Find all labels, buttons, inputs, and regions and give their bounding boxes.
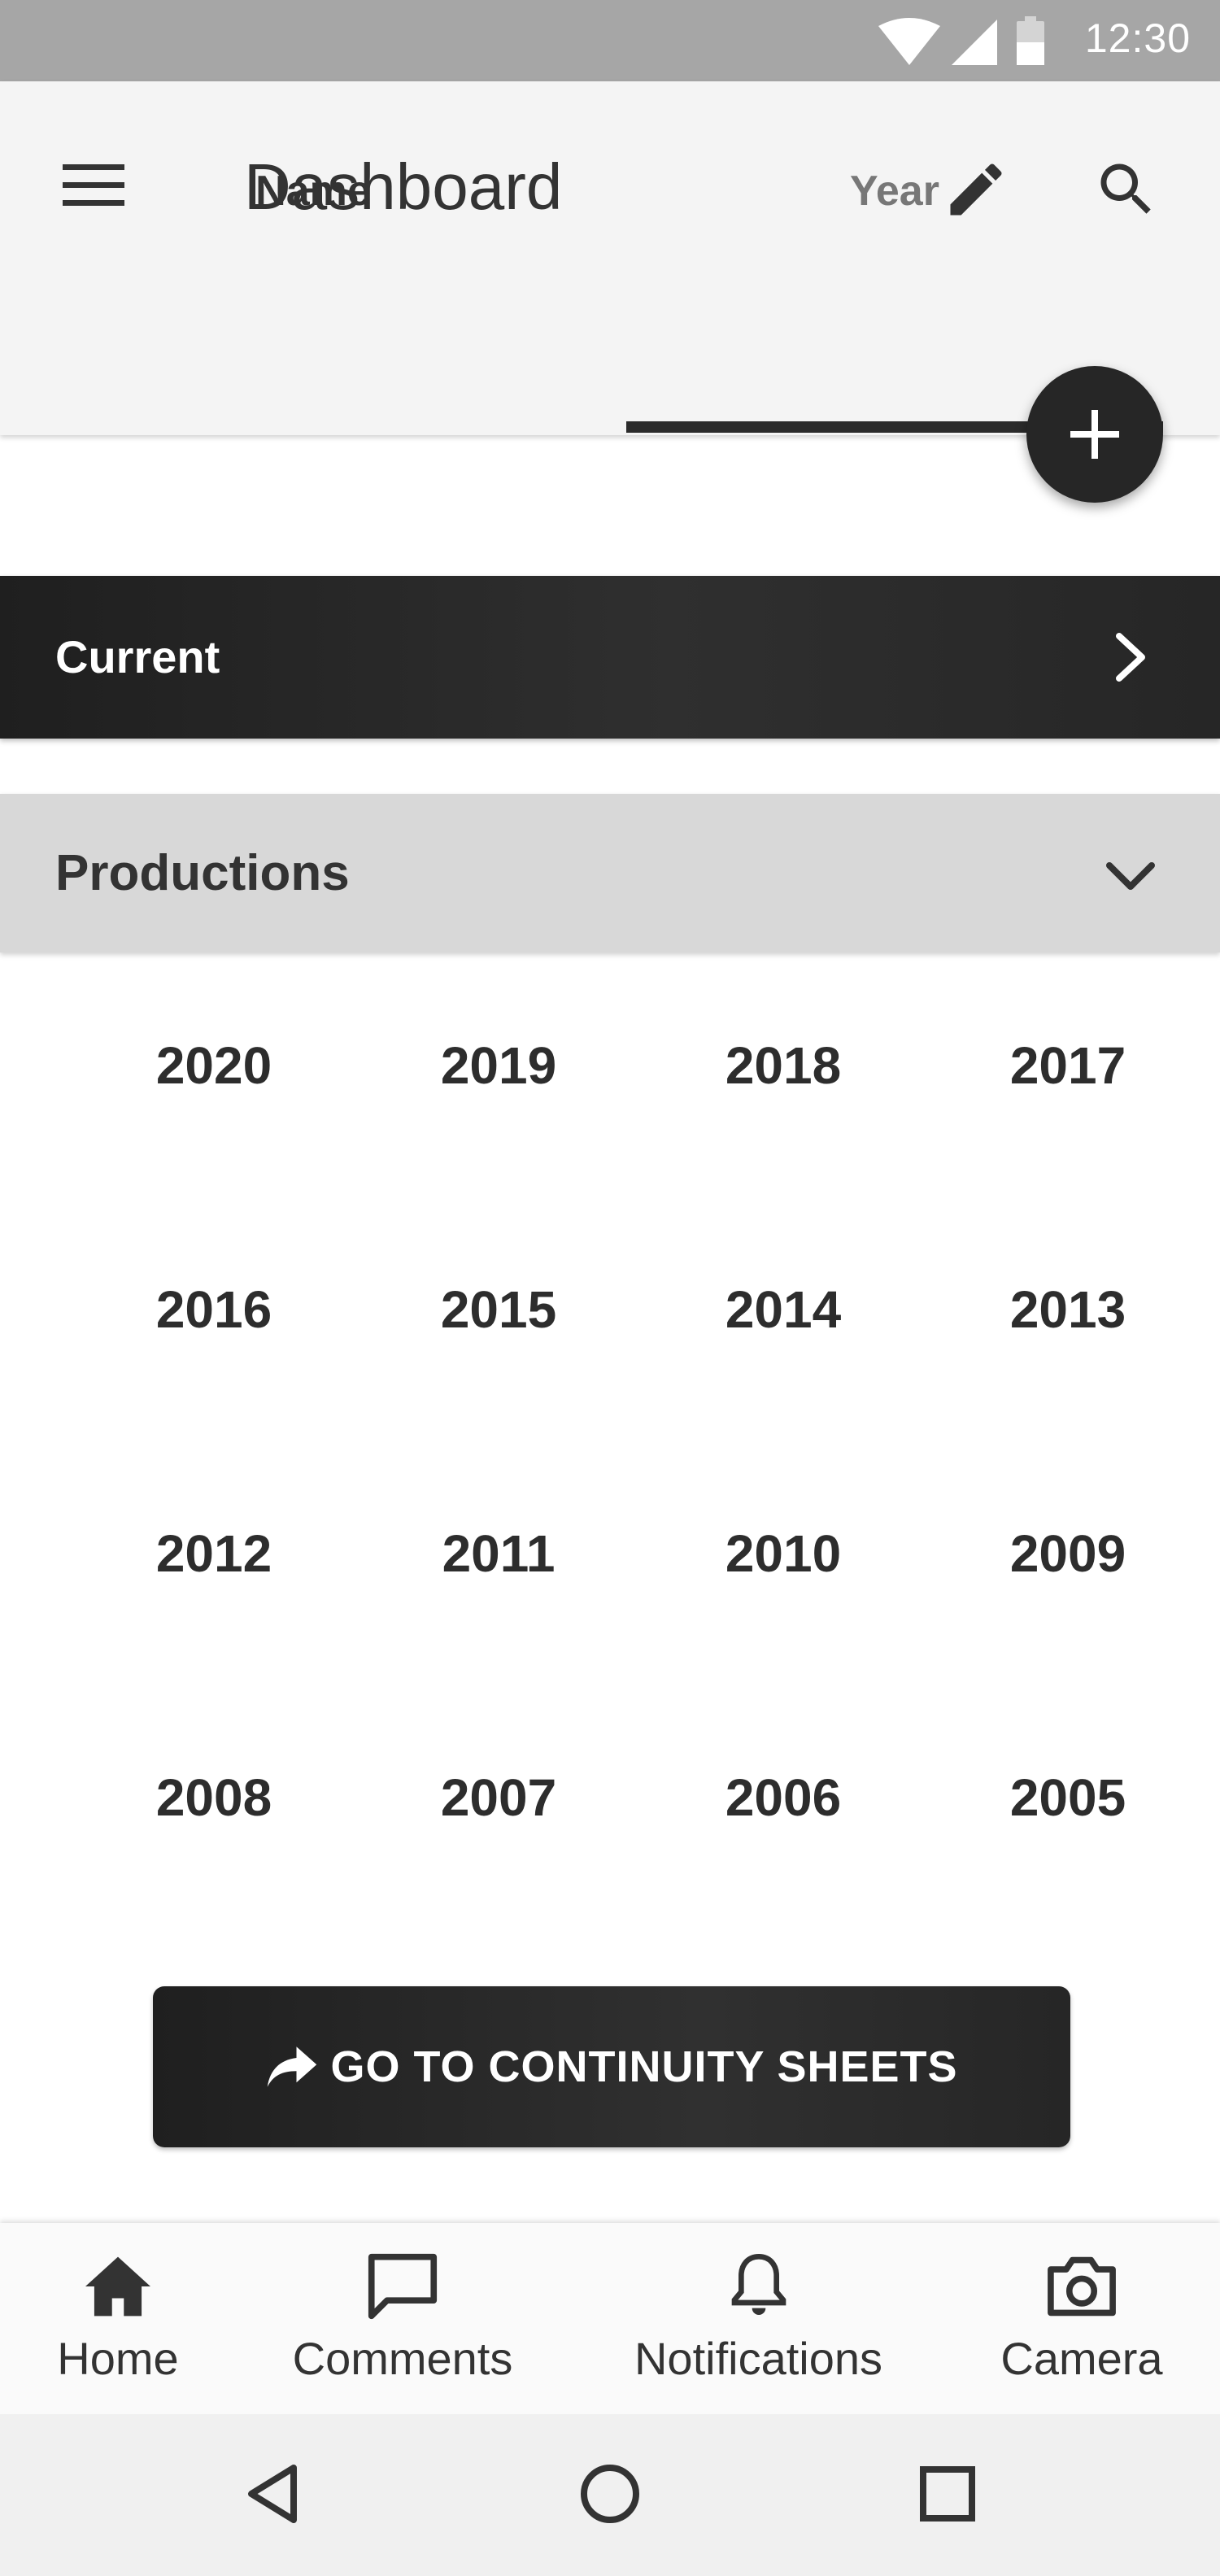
year-item[interactable]: 2012	[96, 1505, 332, 1602]
bottom-navigation: Home Comments Notifications Camera	[0, 2223, 1220, 2414]
add-fab-button[interactable]	[1026, 366, 1163, 503]
year-item[interactable]: 2013	[950, 1261, 1186, 1358]
year-item[interactable]: 2009	[950, 1505, 1186, 1602]
nav-camera[interactable]: Camera	[984, 2223, 1179, 2414]
bell-icon	[731, 2253, 786, 2315]
current-label: Current	[55, 631, 220, 682]
year-item[interactable]: 2019	[381, 1017, 617, 1114]
status-time: 12:30	[1084, 15, 1191, 61]
year-item[interactable]: 2014	[665, 1261, 901, 1358]
status-icons	[878, 16, 1044, 65]
year-item[interactable]: 2010	[665, 1505, 901, 1602]
home-icon	[85, 2256, 150, 2317]
app-bar: Dashboard Name Year	[0, 81, 1220, 435]
tab-name-label: Name	[255, 168, 371, 215]
tab-name[interactable]: Name	[0, 81, 626, 350]
system-navigation-bar	[0, 2414, 1220, 2576]
year-item[interactable]: 2007	[381, 1749, 617, 1846]
chevron-down-icon	[1106, 862, 1155, 890]
nav-comments[interactable]: Comments	[277, 2223, 529, 2414]
wifi-icon	[878, 18, 940, 65]
home-circle-icon	[581, 2465, 639, 2523]
nav-camera-label: Camera	[1000, 2333, 1163, 2384]
comment-icon	[368, 2253, 438, 2320]
productions-label: Productions	[55, 845, 350, 901]
year-item[interactable]: 2005	[950, 1749, 1186, 1846]
recents-square-icon	[920, 2466, 975, 2522]
tab-year[interactable]: Year	[626, 81, 1163, 350]
current-row[interactable]: Current	[0, 576, 1220, 739]
system-back-button[interactable]	[232, 2453, 313, 2535]
year-item[interactable]: 2008	[96, 1749, 332, 1846]
continuity-sheets-label: GO TO CONTINUITY SHEETS	[330, 2042, 958, 2091]
chevron-right-icon	[1116, 633, 1145, 682]
year-item[interactable]: 2011	[381, 1505, 617, 1602]
battery-icon	[1017, 16, 1044, 65]
nav-home[interactable]: Home	[33, 2223, 203, 2414]
system-home-button[interactable]	[569, 2453, 651, 2535]
continuity-sheets-button[interactable]: GO TO CONTINUITY SHEETS	[153, 1986, 1070, 2147]
camera-icon	[1048, 2256, 1116, 2317]
nav-notifications[interactable]: Notifications	[614, 2223, 903, 2414]
year-item[interactable]: 2015	[381, 1261, 617, 1358]
nav-home-label: Home	[57, 2333, 179, 2384]
share-arrow-icon	[268, 2046, 317, 2087]
tab-year-label: Year	[850, 168, 939, 215]
status-bar: 12:30	[0, 0, 1220, 81]
year-item[interactable]: 2016	[96, 1261, 332, 1358]
productions-header[interactable]: Productions	[0, 794, 1220, 952]
nav-notifications-label: Notifications	[634, 2333, 883, 2384]
back-triangle-icon	[248, 2465, 297, 2523]
plus-icon	[1070, 410, 1119, 459]
year-item[interactable]: 2018	[665, 1017, 901, 1114]
signal-icon	[952, 20, 997, 65]
year-item[interactable]: 2020	[96, 1017, 332, 1114]
system-recents-button[interactable]	[907, 2453, 988, 2535]
nav-comments-label: Comments	[292, 2333, 513, 2384]
year-item[interactable]: 2006	[665, 1749, 901, 1846]
year-item[interactable]: 2017	[950, 1017, 1186, 1114]
